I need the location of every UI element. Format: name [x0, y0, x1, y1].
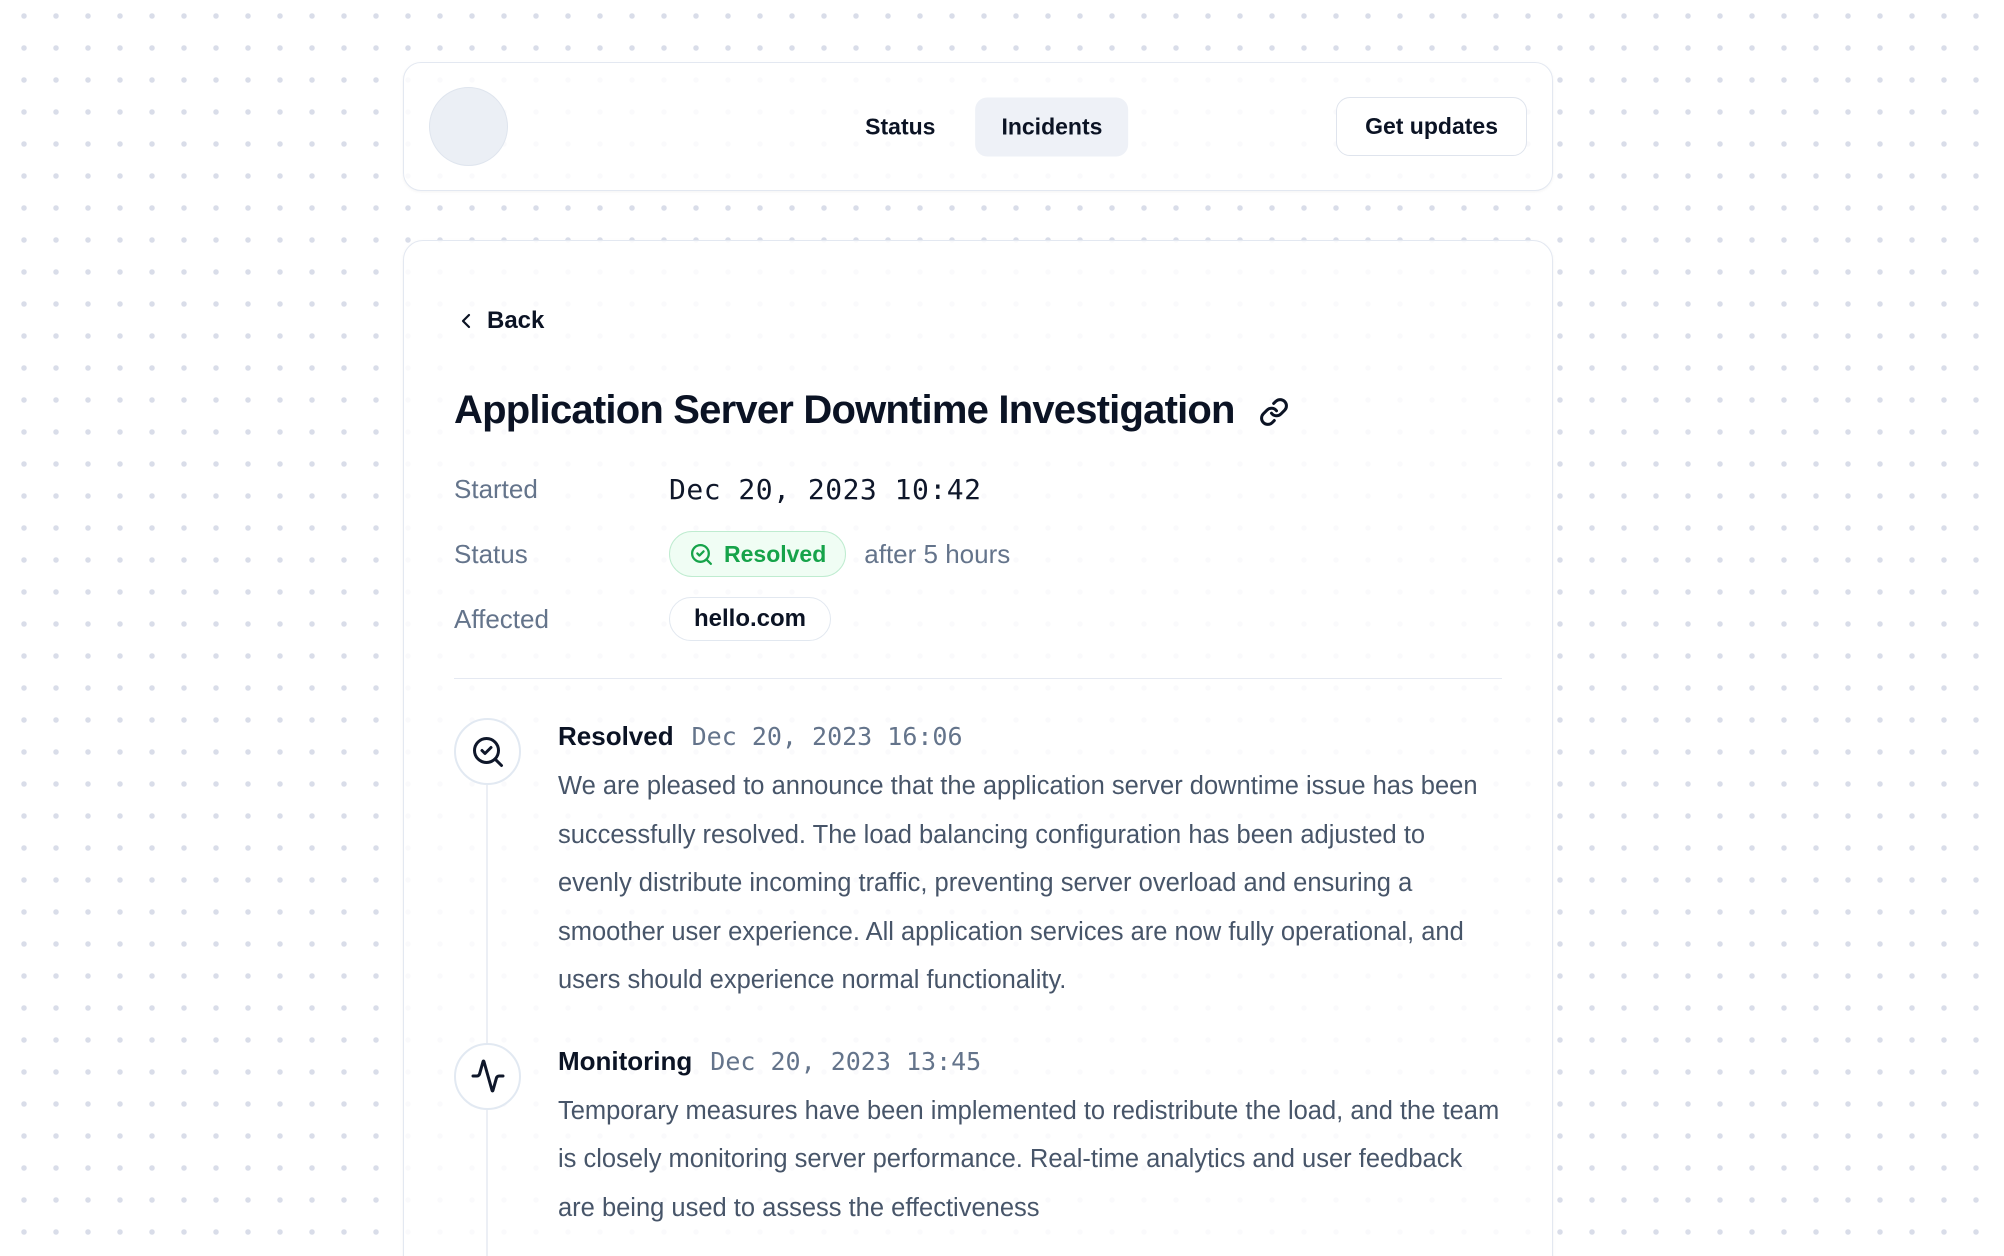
timeline-status-title: Monitoring [558, 1046, 692, 1077]
main-nav: Status Incidents [839, 97, 1128, 156]
back-label: Back [487, 307, 544, 335]
header-bar: Status Incidents Get updates [403, 62, 1553, 191]
get-updates-button[interactable]: Get updates [1336, 97, 1527, 156]
timeline-item-monitoring: Monitoring Dec 20, 2023 13:45 Temporary … [454, 1043, 1502, 1233]
affected-label: Affected [454, 604, 669, 635]
started-label: Started [454, 474, 669, 505]
status-badge-label: Resolved [724, 541, 826, 568]
divider [454, 678, 1502, 679]
timeline-connector [486, 785, 488, 1049]
incident-timeline: Resolved Dec 20, 2023 16:06 We are pleas… [454, 718, 1502, 1232]
timeline-item-resolved: Resolved Dec 20, 2023 16:06 We are pleas… [454, 718, 1502, 1005]
meta-row-started: Started Dec 20, 2023 10:42 [454, 466, 1502, 512]
meta-row-status: Status Resolved after 5 hours [454, 531, 1502, 577]
page-title: Application Server Downtime Investigatio… [454, 386, 1235, 434]
search-check-icon [454, 718, 521, 785]
affected-service-pill[interactable]: hello.com [669, 597, 831, 641]
timeline-timestamp: Dec 20, 2023 16:06 [692, 722, 963, 751]
title-row: Application Server Downtime Investigatio… [454, 386, 1502, 434]
status-duration: after 5 hours [864, 539, 1010, 570]
incident-meta: Started Dec 20, 2023 10:42 Status Resolv… [454, 466, 1502, 642]
activity-icon [454, 1043, 521, 1110]
tab-status[interactable]: Status [839, 97, 961, 156]
tab-incidents[interactable]: Incidents [975, 97, 1128, 156]
logo-avatar[interactable] [429, 87, 508, 166]
link-icon[interactable] [1259, 397, 1289, 427]
timeline-status-title: Resolved [558, 721, 674, 752]
status-page: Status Incidents Get updates Back Applic… [403, 62, 1553, 1256]
status-label: Status [454, 539, 669, 570]
timeline-update-text: We are pleased to announce that the appl… [558, 762, 1502, 1005]
status-badge: Resolved [669, 531, 846, 577]
chevron-left-icon [454, 309, 478, 333]
meta-row-affected: Affected hello.com [454, 596, 1502, 642]
back-link[interactable]: Back [454, 307, 544, 335]
incident-card: Back Application Server Downtime Investi… [403, 240, 1553, 1256]
search-check-icon [689, 542, 714, 567]
timeline-timestamp: Dec 20, 2023 13:45 [710, 1047, 981, 1076]
timeline-connector [486, 1110, 488, 1256]
started-value: Dec 20, 2023 10:42 [669, 473, 981, 506]
timeline-update-text: Temporary measures have been implemented… [558, 1087, 1502, 1233]
